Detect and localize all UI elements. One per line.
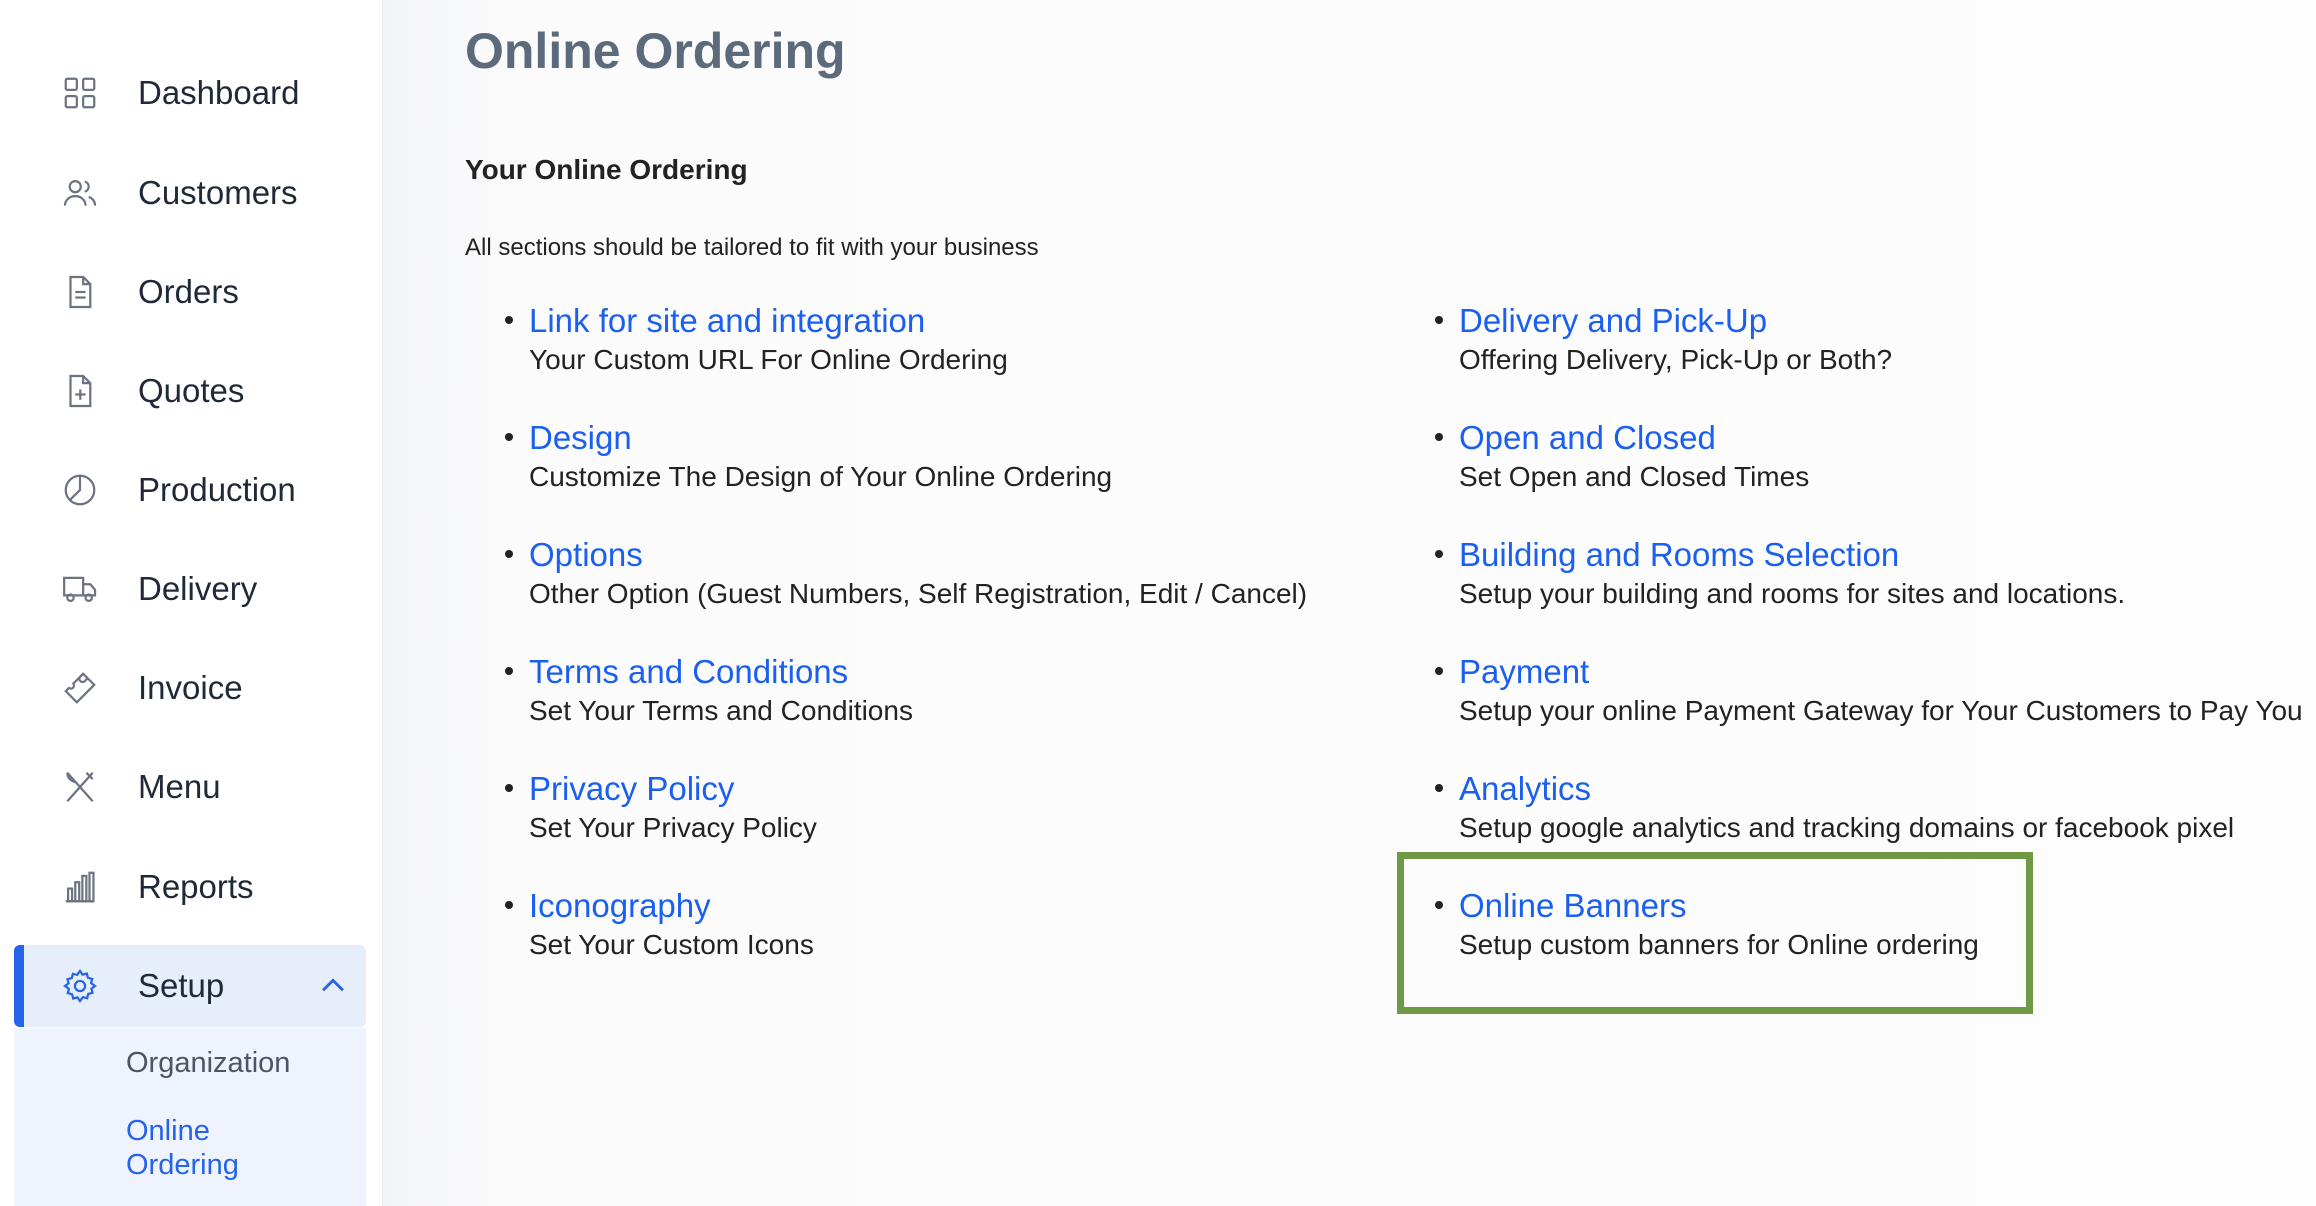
bullet [505,433,513,441]
item-description: Setup your online Payment Gateway for Yo… [1459,695,2303,726]
utensils-icon [60,767,100,807]
link-design[interactable]: Design [529,419,632,457]
bullet [505,550,513,558]
ticket-icon [60,668,100,708]
users-icon [60,173,100,213]
sidebar-item-label: Orders [138,273,239,310]
sidebar-item-delivery[interactable]: Delivery [14,548,366,630]
item-description: Setup google analytics and tracking doma… [1459,812,2235,843]
sidebar-item-setup[interactable]: Setup [14,945,366,1027]
bullet [1435,550,1443,558]
sidebar-item-label: Invoice [138,669,243,706]
bullet [505,784,513,792]
submenu-item-organization[interactable]: Organization [126,1046,290,1080]
link-privacy-policy[interactable]: Privacy Policy [529,770,734,808]
link-terms-conditions[interactable]: Terms and Conditions [529,653,848,691]
sidebar-item-production[interactable]: Production [14,449,366,531]
item-description: Other Option (Guest Numbers, Self Regist… [529,578,1308,609]
link-iconography[interactable]: Iconography [529,887,711,925]
chevron-up-icon[interactable] [316,969,350,1003]
pie-chart-icon [60,470,100,510]
sidebar: Dashboard Customers Orders Quotes Produc… [0,0,382,1206]
item-description: Your Custom URL For Online Ordering [529,344,1008,375]
bullet [1435,784,1443,792]
bullet [1435,316,1443,324]
bullet [1435,667,1443,675]
link-delivery-pickup[interactable]: Delivery and Pick-Up [1459,302,1767,340]
truck-icon [60,569,100,609]
document-icon [60,272,100,312]
sidebar-item-label: Setup [138,967,225,1004]
grid-icon [60,73,100,113]
bullet [505,667,513,675]
main-content: Online Ordering Your Online Ordering All… [382,0,2316,1206]
sidebar-item-label: Delivery [138,570,258,607]
item-description: Set Your Privacy Policy [529,812,817,843]
sidebar-item-label: Dashboard [138,74,300,111]
bullet [1435,433,1443,441]
document-plus-icon [60,371,100,411]
sidebar-item-label: Customers [138,174,298,211]
highlight-box [1397,852,2033,1014]
link-options[interactable]: Options [529,536,643,574]
link-open-closed[interactable]: Open and Closed [1459,419,1716,457]
sidebar-item-label: Production [138,471,296,508]
item-description: Customize The Design of Your Online Orde… [529,461,1113,492]
bullet [505,901,513,909]
sidebar-item-quotes[interactable]: Quotes [14,350,366,432]
link-building-rooms[interactable]: Building and Rooms Selection [1459,536,1899,574]
sidebar-item-label: Quotes [138,372,245,409]
item-description: Set Your Custom Icons [529,929,814,960]
sidebar-item-label: Reports [138,868,254,905]
item-description: Set Your Terms and Conditions [529,695,913,726]
sidebar-item-dashboard[interactable]: Dashboard [14,52,366,134]
link-site-integration[interactable]: Link for site and integration [529,302,925,340]
setup-submenu: Organization Online Ordering [14,1028,366,1206]
item-description: Set Open and Closed Times [1459,461,1810,492]
sidebar-item-customers[interactable]: Customers [14,152,366,234]
sidebar-item-orders[interactable]: Orders [14,251,366,333]
item-description: Offering Delivery, Pick-Up or Both? [1459,344,1893,375]
sidebar-item-invoice[interactable]: Invoice [14,647,366,729]
sidebar-item-reports[interactable]: Reports [14,846,366,928]
bullet [505,316,513,324]
section-title: Your Online Ordering [465,154,748,185]
section-description: All sections should be tailored to fit w… [465,234,1039,261]
link-analytics[interactable]: Analytics [1459,770,1591,808]
page-title: Online Ordering [465,23,846,79]
link-payment[interactable]: Payment [1459,653,1589,691]
item-description: Setup your building and rooms for sites … [1459,578,2126,609]
sidebar-item-menu[interactable]: Menu [14,746,366,828]
sidebar-item-label: Menu [138,768,221,805]
gear-icon [60,966,100,1006]
bar-chart-icon [60,867,100,907]
submenu-item-online-ordering[interactable]: Online Ordering [126,1114,326,1182]
